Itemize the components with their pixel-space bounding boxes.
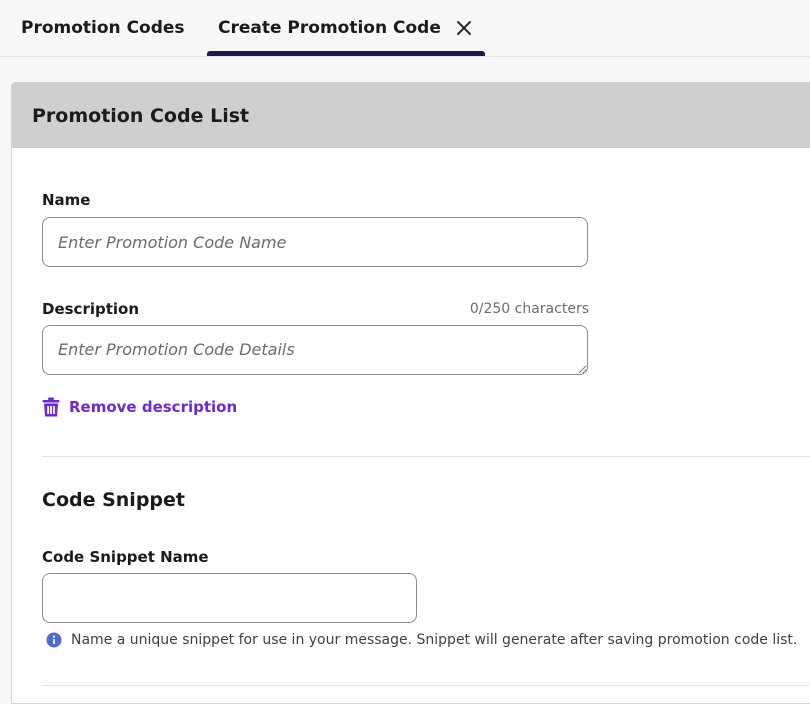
- name-input[interactable]: [42, 217, 588, 267]
- trash-icon: [42, 397, 60, 417]
- code-snippet-helper: Name a unique snippet for use in your me…: [46, 632, 797, 648]
- tab-label: Create Promotion Code: [218, 18, 441, 38]
- code-snippet-name-input[interactable]: [42, 573, 417, 623]
- code-snippet-name-label: Code Snippet Name: [42, 548, 209, 566]
- code-snippet-title: Code Snippet: [42, 489, 185, 511]
- tab-promotion-codes[interactable]: Promotion Codes: [21, 0, 185, 56]
- close-icon[interactable]: [453, 17, 475, 39]
- section-divider: [42, 456, 810, 457]
- active-tab-indicator: [207, 51, 485, 56]
- description-counter: 0/250 characters: [469, 301, 589, 317]
- tab-bar: Promotion Codes Create Promotion Code: [0, 0, 810, 57]
- tab-label: Promotion Codes: [21, 18, 185, 38]
- tab-create-promotion-code[interactable]: Create Promotion Code: [207, 0, 485, 56]
- description-label: Description: [42, 300, 140, 318]
- description-textarea[interactable]: [42, 325, 588, 375]
- promotion-code-card: Promotion Code List Name Description 0/2…: [11, 82, 810, 704]
- remove-description-button[interactable]: Remove description: [42, 397, 237, 417]
- info-icon: [46, 632, 62, 648]
- remove-description-label: Remove description: [69, 398, 238, 416]
- helper-text: Name a unique snippet for use in your me…: [71, 632, 798, 648]
- card-title: Promotion Code List: [12, 83, 810, 148]
- name-label: Name: [42, 191, 91, 209]
